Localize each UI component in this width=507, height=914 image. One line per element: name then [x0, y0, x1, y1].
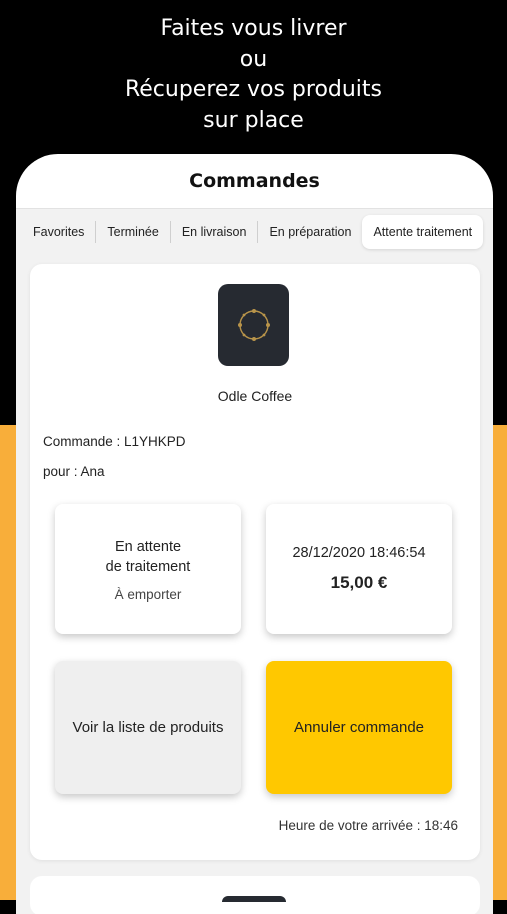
- coffee-ring-icon: [237, 309, 270, 341]
- cancel-order-button[interactable]: Annuler commande: [266, 661, 452, 794]
- date-price-tile: 28/12/2020 18:46:54 15,00 €: [266, 504, 452, 634]
- next-order-logo: [222, 896, 286, 902]
- shop-name: Odle Coffee: [217, 388, 293, 404]
- status-tile: En attente de traitement À emporter: [55, 504, 241, 634]
- view-products-button[interactable]: Voir la liste de produits: [55, 661, 241, 794]
- headline-line-3: Récuperez vos produits: [124, 77, 383, 102]
- order-number: Commande : L1YHKPD: [43, 434, 186, 449]
- headline-line-1: Faites vous livrer: [160, 16, 347, 41]
- phone-screen: Commandes Favorites Terminée En livraiso…: [16, 154, 493, 914]
- status-line-1: En attente: [114, 538, 182, 555]
- order-price: 15,00 €: [330, 573, 388, 592]
- headline-line-2: ou: [239, 46, 268, 72]
- arrival-time: Heure de votre arrivée : 18:46: [278, 818, 458, 833]
- tab-attente-traitement[interactable]: Attente traitement: [362, 215, 484, 249]
- status-line-2: de traitement: [105, 558, 191, 575]
- headline-line-4: sur place: [203, 107, 304, 133]
- shop-logo: [218, 284, 289, 366]
- order-date: 28/12/2020 18:46:54: [292, 545, 426, 561]
- order-type: À emporter: [114, 586, 182, 602]
- page-title: Commandes: [189, 170, 320, 192]
- promo-headline: Faites vous livrer ou Récuperez vos prod…: [0, 14, 507, 136]
- tab-en-preparation[interactable]: En préparation: [258, 221, 362, 243]
- order-card: Odle Coffee Commande : L1YHKPD pour : An…: [30, 264, 480, 860]
- order-status-tabs: Favorites Terminée En livraison En prépa…: [22, 214, 492, 250]
- tab-favorites[interactable]: Favorites: [22, 221, 97, 243]
- tab-terminee[interactable]: Terminée: [96, 221, 171, 243]
- order-customer: pour : Ana: [43, 464, 105, 479]
- tab-en-livraison[interactable]: En livraison: [171, 221, 259, 243]
- next-order-card: [30, 876, 480, 914]
